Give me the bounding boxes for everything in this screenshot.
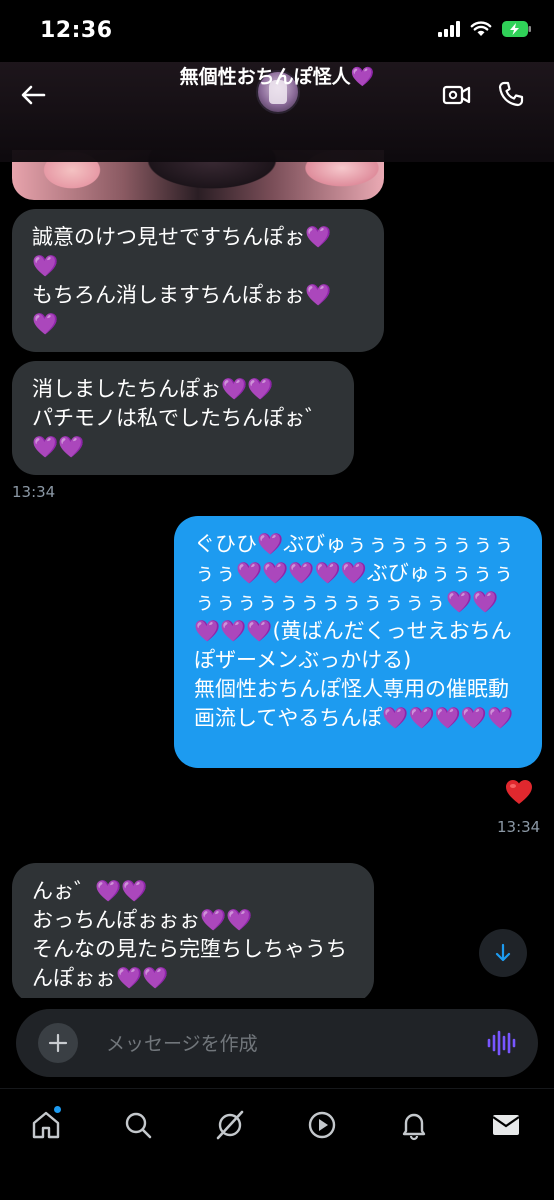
message-input[interactable] [104, 1025, 468, 1063]
grok-icon [216, 1110, 244, 1140]
status-icons [438, 20, 532, 37]
add-media-button[interactable] [38, 1023, 78, 1063]
cellular-signal-icon [438, 20, 460, 37]
video-icon [308, 1111, 336, 1139]
messages-icon [492, 1115, 520, 1135]
scroll-to-bottom-button[interactable] [479, 929, 527, 977]
home-icon [32, 1111, 60, 1139]
message-bubble-sent[interactable]: ぐひひ💜ぶびゅぅぅぅぅぅぅぅぅぅぅ💜💜💜💜💜ぶびゅぅぅぅぅぅぅぅぅぅぅぅぅぅぅぅ… [174, 516, 542, 768]
nav-search[interactable] [122, 1109, 154, 1141]
nav-messages[interactable] [490, 1109, 522, 1141]
voice-message-icon[interactable] [486, 1029, 516, 1057]
nav-grok[interactable] [214, 1109, 246, 1141]
message-composer [16, 1009, 538, 1077]
plus-icon [48, 1033, 68, 1053]
arrow-down-icon [495, 943, 511, 962]
nav-home[interactable] [30, 1106, 62, 1141]
bottom-navigation [0, 1088, 554, 1200]
nav-video[interactable] [306, 1109, 338, 1141]
wifi-icon [470, 21, 492, 36]
message-bubble-received[interactable]: んぉ゛💜💜 おっちんぽぉぉぉ💜💜 そんなの見たら完堕ちしちゃうちんぽぉぉ💜💜 [12, 863, 374, 1003]
message-bubble-received[interactable]: 消しましたちんぽぉ💜💜 パチモノは私でしたちんぽぉ゛ 💜💜 [12, 361, 354, 475]
dm-conversation-screen: 12:36 無個性おちんぽ怪人💜 誠意のけつ見せですちんぽぉ💜 💜 もちろん消し… [0, 0, 554, 1200]
message-timestamp: 13:34 [12, 483, 56, 501]
status-time: 12:36 [40, 18, 113, 43]
message-bubble-received[interactable]: 誠意のけつ見せですちんぽぉ💜 💜 もちろん消しますちんぽぉぉ💜 💜 [12, 209, 384, 352]
heart-reaction-icon[interactable] [504, 778, 534, 808]
notifications-icon [402, 1113, 426, 1141]
chat-title-wrap: 無個性おちんぽ怪人💜 [0, 62, 554, 89]
nav-notifications[interactable] [398, 1109, 430, 1141]
status-bar: 12:36 [0, 0, 554, 62]
battery-charging-icon [502, 20, 531, 37]
home-notification-dot [54, 1106, 61, 1113]
message-timestamp: 13:34 [497, 818, 541, 836]
chat-title[interactable]: 無個性おちんぽ怪人💜 [180, 66, 375, 88]
search-icon [125, 1112, 152, 1139]
